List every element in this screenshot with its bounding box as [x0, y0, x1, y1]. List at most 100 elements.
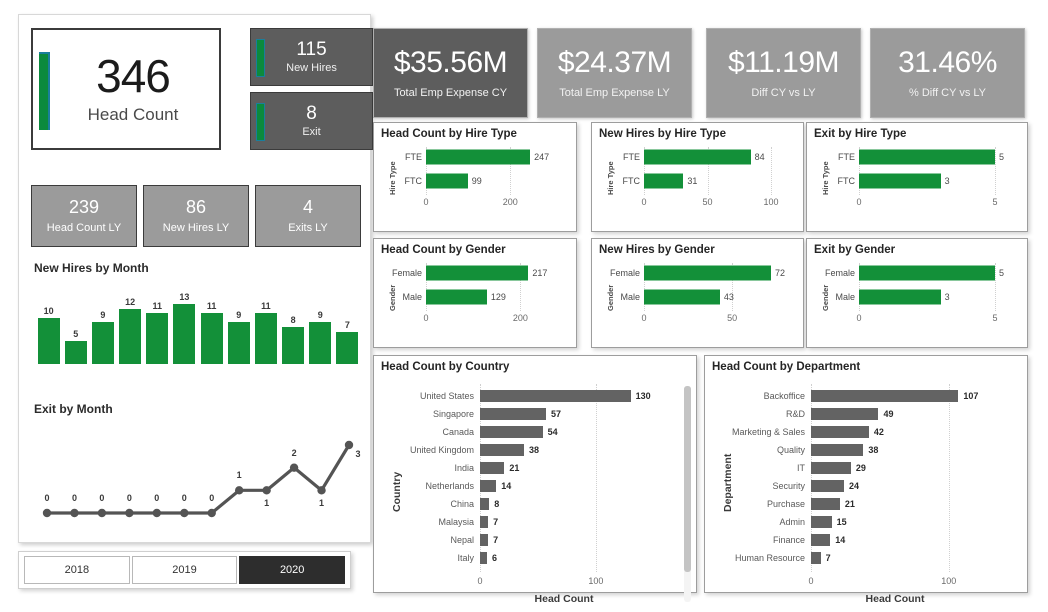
bar-column[interactable]: 9 — [309, 291, 332, 364]
category-label: Male — [835, 292, 855, 302]
bar-column[interactable]: 11 — [254, 291, 277, 364]
bar[interactable] — [859, 289, 941, 305]
bar[interactable] — [811, 552, 821, 564]
bar[interactable] — [480, 516, 489, 528]
bar[interactable] — [480, 534, 489, 546]
bar[interactable] — [811, 444, 864, 456]
bar[interactable] — [282, 327, 305, 364]
bar[interactable] — [480, 552, 487, 564]
kpi-card-total-emp-expense-ly[interactable]: $24.37M Total Emp Expense LY — [537, 28, 692, 118]
bar[interactable] — [200, 313, 223, 364]
chart-body: Hire Type 0 5 FTE 5 FTC 3 — [807, 145, 1027, 231]
category-label: Singapore — [432, 409, 474, 419]
panel-head-count-by-hire-type[interactable]: Head Count by Hire Type Hire Type 0 200 FTE… — [373, 122, 577, 232]
line-marker[interactable] — [234, 486, 244, 495]
bar[interactable] — [480, 444, 525, 456]
line-marker[interactable] — [262, 486, 271, 495]
kpi-card-new-hires[interactable]: 115 New Hires — [250, 28, 373, 86]
bar-column[interactable]: 9 — [91, 291, 114, 364]
bar-column[interactable]: 8 — [282, 291, 305, 364]
bar[interactable] — [811, 498, 840, 510]
bar[interactable] — [480, 408, 547, 420]
kpi-card-exit[interactable]: 8 Exit — [250, 92, 373, 150]
year-button-2019[interactable]: 2019 — [131, 556, 238, 584]
bar[interactable] — [37, 317, 60, 364]
line-marker[interactable] — [97, 508, 107, 518]
kpi-card-head-count[interactable]: 346 Head Count — [31, 28, 221, 150]
kpi-card-exits-ly[interactable]: 4 Exits LY — [255, 185, 361, 247]
line-marker[interactable] — [42, 508, 52, 518]
year-slicer[interactable]: 2018 2019 2020 — [18, 551, 351, 589]
line-marker[interactable] — [125, 508, 134, 518]
chart-new-hires-by-month[interactable]: 10 5 9 12 11 13 11 9 11 8 9 7 — [35, 291, 361, 364]
bar[interactable] — [426, 289, 487, 305]
year-button-2020[interactable]: 2020 — [239, 556, 346, 584]
bar-column[interactable]: 11 — [200, 291, 223, 364]
kpi-card-diff-cy-vs-ly[interactable]: $11.19M Diff CY vs LY — [706, 28, 861, 118]
bar[interactable] — [309, 322, 332, 364]
bar[interactable] — [480, 498, 490, 510]
bar-column[interactable]: 12 — [119, 291, 142, 364]
bar[interactable] — [146, 313, 169, 364]
bar-column[interactable]: 11 — [146, 291, 169, 364]
line-marker[interactable] — [344, 440, 354, 450]
bar[interactable] — [480, 462, 505, 474]
line-marker[interactable] — [289, 463, 299, 472]
bar[interactable] — [426, 149, 531, 165]
line-marker[interactable] — [180, 508, 189, 518]
bar[interactable] — [254, 313, 277, 364]
bar-column[interactable]: 5 — [64, 291, 87, 364]
bar[interactable] — [644, 289, 720, 305]
bar[interactable] — [426, 265, 529, 281]
kpi-card-pct-diff-cy-vs-ly[interactable]: 31.46% % Diff CY vs LY — [870, 28, 1025, 118]
bar[interactable] — [119, 308, 142, 364]
chart-exit-by-month[interactable]: 0 0 0 0 0 0 0 1 1 2 1 3 — [35, 423, 361, 535]
bar[interactable] — [480, 480, 497, 492]
category-label: India — [454, 463, 474, 473]
bar-column[interactable]: 9 — [227, 291, 250, 364]
kpi-card-head-count-ly[interactable]: 239 Head Count LY — [31, 185, 137, 247]
bar[interactable] — [811, 516, 832, 528]
bar-column[interactable]: 13 — [173, 291, 196, 364]
panel-exit-by-hire-type[interactable]: Exit by Hire Type Hire Type 0 5 FTE 5 FTC 3 — [806, 122, 1028, 232]
bar[interactable] — [227, 322, 250, 364]
bar[interactable] — [811, 390, 959, 402]
bar[interactable] — [644, 173, 684, 189]
panel-new-hires-by-gender[interactable]: New Hires by Gender Gender 0 50 Female 72 Mal… — [591, 238, 804, 348]
bar[interactable] — [859, 149, 995, 165]
line-marker[interactable] — [207, 508, 216, 518]
bar[interactable] — [811, 426, 869, 438]
bar[interactable] — [480, 390, 631, 402]
year-button-2018[interactable]: 2018 — [24, 556, 130, 584]
kpi-card-new-hires-ly[interactable]: 86 New Hires LY — [143, 185, 249, 247]
bar[interactable] — [811, 462, 851, 474]
line-marker[interactable] — [70, 508, 79, 518]
bar[interactable] — [644, 149, 751, 165]
panel-head-count-by-country[interactable]: Head Count by Country Country 0 100 Head Co… — [373, 355, 697, 605]
bar-column[interactable]: 7 — [336, 291, 359, 364]
bar[interactable] — [859, 173, 941, 189]
bar-column[interactable]: 10 — [37, 291, 60, 364]
line-marker[interactable] — [152, 508, 162, 518]
panel-exit-by-gender[interactable]: Exit by Gender Gender 0 5 Female 5 Male 3 — [806, 238, 1028, 348]
point-value-label: 0 — [181, 493, 187, 503]
panel-new-hires-by-hire-type[interactable]: New Hires by Hire Type Hire Type 0 50 100 FT… — [591, 122, 804, 232]
bar[interactable] — [644, 265, 771, 281]
bar[interactable] — [480, 426, 543, 438]
bar[interactable] — [811, 534, 831, 546]
panel-head-count-by-gender[interactable]: Head Count by Gender Gender 0 200 Female 217… — [373, 238, 577, 348]
bar[interactable] — [811, 480, 845, 492]
kpi-card-total-emp-expense-cy[interactable]: $35.56M Total Emp Expense CY — [373, 28, 528, 118]
bar[interactable] — [173, 304, 196, 364]
bar[interactable] — [811, 408, 879, 420]
bar[interactable] — [91, 322, 114, 364]
scrollbar-thumb[interactable] — [684, 386, 691, 572]
panel-head-count-by-department[interactable]: Head Count by Department Department 0 100 H… — [704, 355, 1028, 605]
category-label: Female — [391, 268, 422, 278]
bar[interactable] — [336, 331, 359, 364]
bar[interactable] — [426, 173, 468, 189]
bar[interactable] — [859, 265, 995, 281]
line-marker[interactable] — [317, 486, 326, 495]
bar[interactable] — [64, 340, 87, 364]
category-label: Human Resource — [734, 553, 805, 563]
